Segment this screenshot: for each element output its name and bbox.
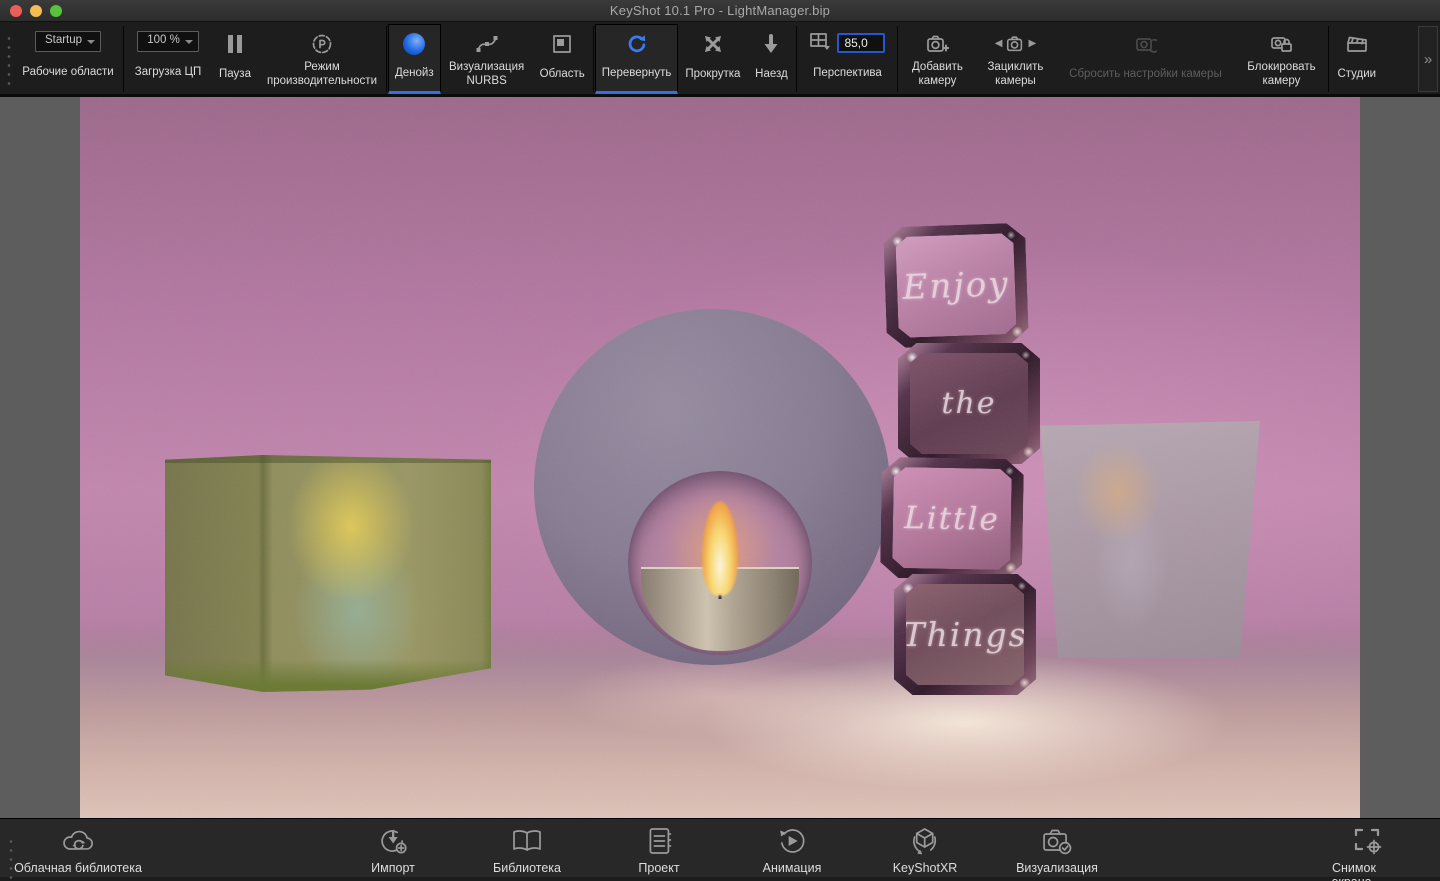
- cube-engraving: Things: [902, 615, 1027, 654]
- window-title: KeyShot 10.1 Pro - LightManager.bip: [0, 3, 1440, 18]
- cpu-usage-dropdown[interactable]: 100 %: [137, 31, 199, 52]
- chevron-down-icon: [185, 40, 193, 44]
- titlebar: KeyShot 10.1 Pro - LightManager.bip: [0, 0, 1440, 22]
- overflow-chevrons-icon: »: [1424, 51, 1432, 68]
- open-book-icon: [509, 823, 545, 859]
- cpu-usage-value: 100 %: [147, 34, 180, 46]
- reset-camera-button: Сбросить настройки камеры: [1055, 24, 1235, 94]
- chevron-down-icon: [87, 40, 95, 44]
- toolbar-overflow-button[interactable]: »: [1418, 26, 1438, 92]
- region-icon: [552, 31, 572, 57]
- performance-mode-button[interactable]: Режим производительности: [259, 24, 385, 94]
- flip-rotate-icon: [626, 31, 648, 57]
- screenshot-label: Снимок экрана: [1332, 861, 1404, 881]
- cycle-cameras-icon: ◀ ▶: [993, 31, 1038, 57]
- project-label: Проект: [638, 861, 679, 875]
- dolly-arrow-icon: [761, 31, 781, 57]
- camera-reset-icon: [1133, 31, 1157, 57]
- import-icon: [376, 823, 410, 859]
- lock-camera-button[interactable]: Блокировать камеру: [1235, 24, 1327, 94]
- screenshot-crop-icon: [1350, 823, 1386, 859]
- perspective-control: Перспектива: [798, 24, 896, 94]
- camera-lock-icon: [1269, 31, 1293, 57]
- import-button[interactable]: Импорт: [371, 823, 415, 875]
- render-round-candleholder: [534, 309, 890, 665]
- cube-engraving: the: [941, 386, 996, 421]
- cloud-library-label: Облачная библиотека: [14, 861, 142, 875]
- render-frosted-cup: [1038, 421, 1260, 658]
- library-label: Библиотека: [493, 861, 561, 875]
- cloud-library-icon: [60, 823, 96, 859]
- workspace-dropdown[interactable]: Startup: [35, 31, 101, 52]
- render-candle-niche: [628, 471, 812, 655]
- cube-engraving: Little: [904, 500, 1000, 538]
- animation-button[interactable]: Анимация: [763, 823, 822, 875]
- scroll-pan-button[interactable]: Прокрутка: [678, 24, 747, 94]
- pan-arrows-icon: [702, 31, 724, 57]
- render-canvas[interactable]: Enjoy the Little Things: [80, 97, 1360, 818]
- dolly-button[interactable]: Наезд: [747, 24, 795, 94]
- screenshot-button[interactable]: Снимок экрана: [1332, 823, 1404, 881]
- next-camera-arrow-icon[interactable]: ▶: [1028, 38, 1036, 50]
- keyshotxr-label: KeyShotXR: [893, 861, 958, 875]
- clapperboard-icon: [1345, 31, 1369, 57]
- nurbs-curve-icon: [475, 31, 499, 57]
- render-glass-cube-the: the: [898, 343, 1040, 464]
- cloud-library-button[interactable]: Облачная библиотека: [14, 823, 142, 875]
- cycle-cameras-button[interactable]: ◀ ▶ Зациклить камеры: [975, 24, 1055, 94]
- animation-play-icon: [775, 823, 809, 859]
- flip-button[interactable]: Перевернуть: [595, 24, 679, 94]
- perspective-label: Перспектива: [813, 59, 882, 89]
- camera-add-icon: [925, 31, 949, 57]
- denoise-icon: [403, 31, 425, 57]
- ribbon-toolbar: Облачная библиотека Импорт Библиотека Пр…: [0, 818, 1440, 877]
- render-glass-cube-little: Little: [880, 457, 1024, 580]
- cpu-usage-label: Загрузка ЦП: [135, 56, 201, 89]
- perspective-value-input[interactable]: [837, 33, 885, 53]
- camera-toolbar: Startup Рабочие области 100 % Загрузка Ц…: [0, 22, 1440, 97]
- render-glass-cube-enjoy: Enjoy: [883, 223, 1029, 349]
- performance-mode-icon: [311, 31, 333, 57]
- render-green-glass-candleholder: [165, 455, 491, 692]
- xr-cube-icon: [907, 823, 943, 859]
- pause-button[interactable]: Пауза: [211, 24, 259, 94]
- workspace-selector[interactable]: Startup Рабочие области: [14, 24, 122, 94]
- ribbon-drag-handle[interactable]: [6, 835, 14, 879]
- pause-icon: [228, 31, 242, 57]
- library-button[interactable]: Библиотека: [493, 823, 561, 875]
- realtime-viewport[interactable]: Enjoy the Little Things: [0, 97, 1440, 818]
- cube-engraving: Enjoy: [902, 264, 1010, 308]
- studios-button[interactable]: Студии: [1330, 24, 1383, 94]
- workspace-value: Startup: [45, 34, 82, 46]
- prev-camera-arrow-icon[interactable]: ◀: [995, 38, 1003, 50]
- render-camera-icon: [1039, 823, 1075, 859]
- keyshot-window: KeyShot 10.1 Pro - LightManager.bip Star…: [0, 0, 1440, 881]
- cpu-usage-selector[interactable]: 100 % Загрузка ЦП: [125, 24, 211, 94]
- add-camera-button[interactable]: Добавить камеру: [899, 24, 975, 94]
- project-button[interactable]: Проект: [638, 823, 679, 875]
- render-label: Визуализация: [1016, 861, 1098, 875]
- toolbar-drag-handle[interactable]: [4, 32, 12, 86]
- perspective-grid-icon: [809, 31, 831, 56]
- denoise-button[interactable]: Денойз: [388, 24, 441, 94]
- keyshotxr-button[interactable]: KeyShotXR: [893, 823, 958, 875]
- project-document-icon: [643, 823, 675, 859]
- render-glass-cube-things: Things: [894, 574, 1036, 695]
- workspace-label: Рабочие области: [22, 56, 113, 89]
- nurbs-render-button[interactable]: Визуализация NURBS: [441, 24, 533, 94]
- render-button[interactable]: Визуализация: [1016, 823, 1098, 875]
- import-label: Импорт: [371, 861, 415, 875]
- region-render-button[interactable]: Область: [533, 24, 592, 94]
- animation-label: Анимация: [763, 861, 822, 875]
